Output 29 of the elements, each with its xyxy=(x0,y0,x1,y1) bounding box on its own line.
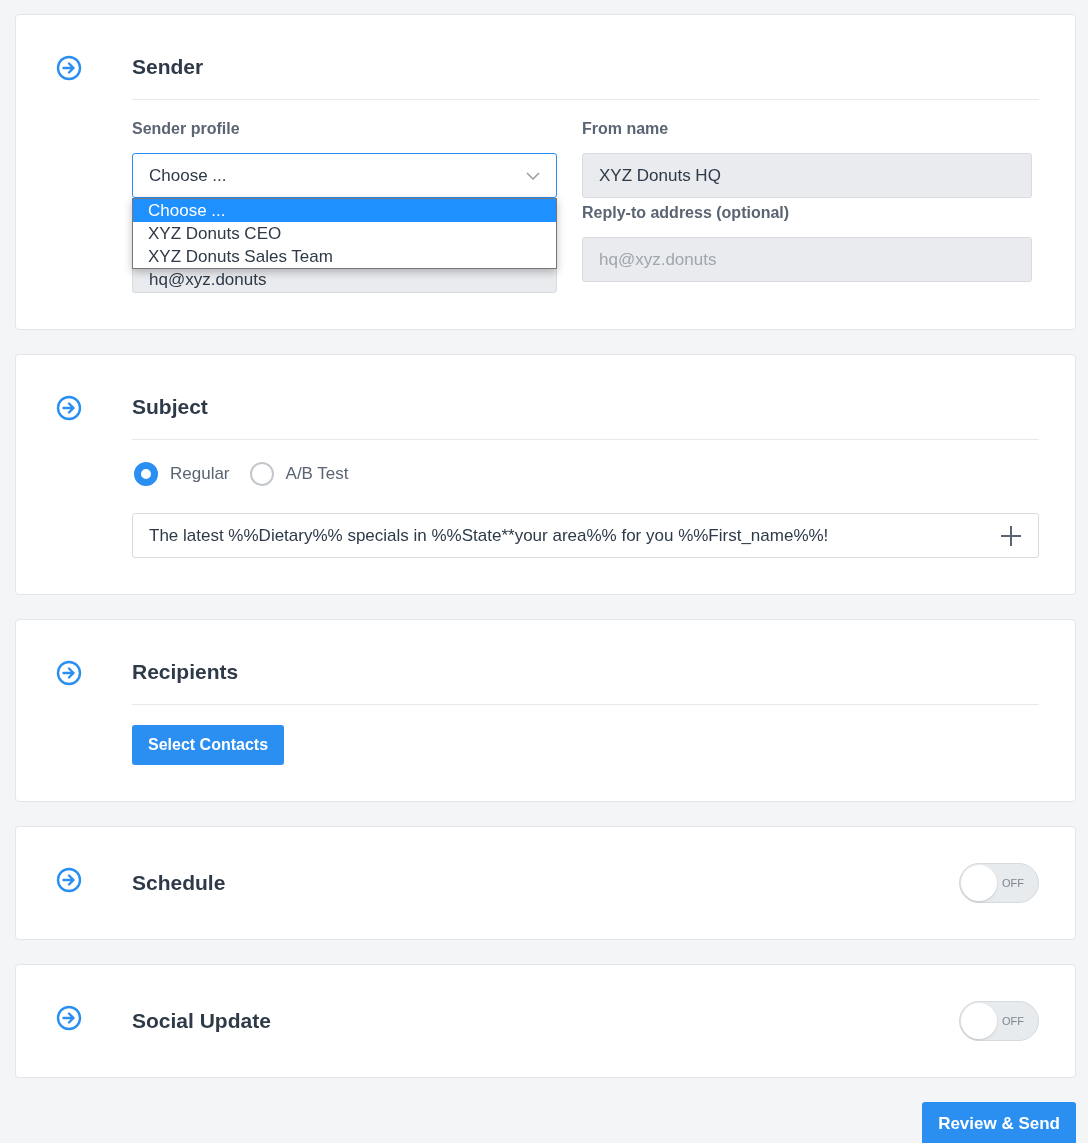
review-send-button[interactable]: Review & Send xyxy=(922,1102,1076,1143)
section-title: Sender xyxy=(132,55,204,79)
dropdown-option[interactable]: Choose ... xyxy=(133,199,556,222)
arrow-right-circle-icon xyxy=(56,867,82,893)
radio-label: Regular xyxy=(170,464,230,484)
radio-label: A/B Test xyxy=(285,464,349,484)
radio-option[interactable]: A/B Test xyxy=(249,462,349,486)
field-label: Sender profile xyxy=(132,120,241,139)
input-field[interactable]: XYZ Donuts HQ xyxy=(582,153,1032,198)
field-label: Reply-to address (optional) xyxy=(582,204,791,223)
dropdown-option[interactable]: XYZ Donuts Sales Team xyxy=(133,245,556,268)
section-title: Recipients xyxy=(132,660,239,684)
section-title: Subject xyxy=(132,395,208,419)
radio-option[interactable]: Regular xyxy=(134,462,230,486)
section-title: Social Update xyxy=(132,1009,271,1033)
arrow-right-circle-icon xyxy=(56,660,82,686)
arrow-right-circle-icon xyxy=(56,395,82,421)
plus-icon[interactable] xyxy=(1000,524,1022,547)
dropdown-option[interactable]: XYZ Donuts CEO xyxy=(133,222,556,245)
field-label: From name xyxy=(582,120,670,139)
toggle-switch[interactable]: OFF xyxy=(959,1001,1039,1041)
subject-field[interactable]: The latest %%Dietary%% specials in %%State**your area%% for you %%First_name%%! xyxy=(132,513,1039,558)
select-contacts-button[interactable]: Select Contacts xyxy=(132,725,285,765)
section-title: Schedule xyxy=(132,871,226,895)
select-field[interactable]: Choose ... xyxy=(132,153,557,198)
toggle-switch[interactable]: OFF xyxy=(959,863,1039,903)
arrow-right-circle-icon xyxy=(56,1005,82,1031)
arrow-right-circle-icon xyxy=(56,55,82,81)
chevron-down-icon xyxy=(526,171,540,180)
